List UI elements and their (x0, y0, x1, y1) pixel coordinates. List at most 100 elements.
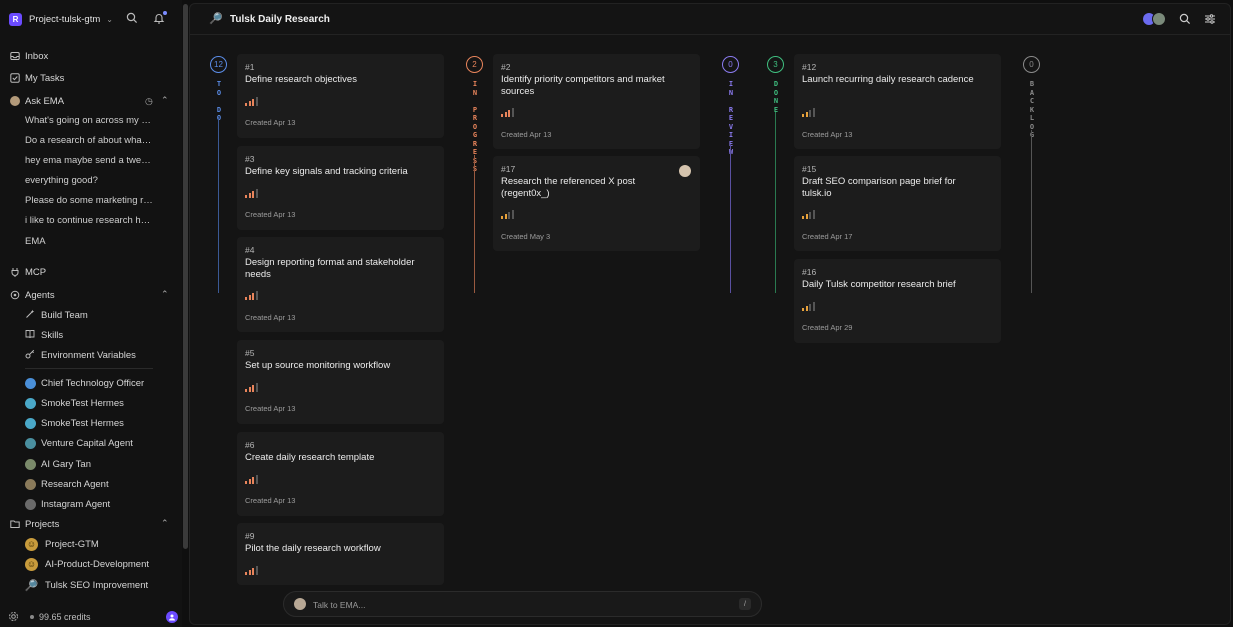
agent-item[interactable]: Chief Technology Officer (25, 376, 144, 390)
task-id: #4 (245, 245, 255, 255)
priority-icon (245, 291, 258, 300)
bell-icon[interactable] (153, 11, 167, 25)
agent-name: Venture Capital Agent (41, 437, 133, 449)
task-card[interactable]: #12 Launch recurring daily research cade… (794, 54, 1001, 149)
avatar (1152, 12, 1166, 26)
column-label: BACKLOG (1029, 80, 1035, 139)
column-label: IN PROGRESS (472, 80, 478, 173)
search-icon[interactable] (1179, 13, 1191, 25)
task-date: Created May 3 (501, 232, 551, 241)
build-team-item[interactable]: Build Team (25, 308, 88, 322)
nav-agents[interactable]: Agents (9, 288, 55, 302)
nav-mcp[interactable]: MCP (9, 265, 46, 279)
sliders-icon[interactable] (1204, 13, 1216, 25)
chat-thread-item[interactable]: EMA (25, 236, 153, 247)
search-icon[interactable] (126, 12, 139, 25)
chat-thread-item[interactable]: Please do some marketing re... (25, 195, 153, 206)
priority-icon (245, 189, 258, 198)
chat-thread-item[interactable]: Do a research of about what ... (25, 135, 153, 146)
task-id: #12 (802, 62, 817, 72)
task-card[interactable]: #9 Pilot the daily research workflow (237, 523, 444, 585)
task-card[interactable]: #17 Research the referenced X post (rege… (493, 156, 700, 251)
chevron-up-icon[interactable]: ⌃ (161, 518, 169, 529)
key-icon (25, 349, 36, 362)
agent-item[interactable]: SmokeTest Hermes (25, 396, 124, 410)
task-card[interactable]: #3 Define key signals and tracking crite… (237, 146, 444, 230)
inbox-icon (9, 51, 20, 62)
nav-my-tasks[interactable]: My Tasks (9, 71, 64, 85)
skills-label: Skills (41, 329, 64, 341)
agent-name: Chief Technology Officer (41, 377, 145, 389)
task-title: Daily Tulsk competitor research brief (802, 279, 956, 290)
sidebar-scrollbar[interactable] (183, 4, 188, 549)
task-title: Draft SEO comparison page brief for tuls… (802, 176, 956, 199)
plug-icon (9, 267, 20, 278)
agent-item[interactable]: Instagram Agent (25, 497, 110, 511)
column-line (730, 145, 731, 293)
agent-item[interactable]: AI Gary Tan (25, 457, 91, 471)
agent-avatar (25, 437, 36, 449)
wand-icon (25, 309, 36, 322)
chevron-up-icon[interactable]: ⌃ (161, 289, 169, 300)
gear-icon[interactable] (8, 611, 19, 622)
task-card[interactable]: #4 Design reporting format and stakehold… (237, 237, 444, 332)
project-item[interactable]: ☺ Project-GTM (25, 537, 99, 551)
sidebar: R Project-tulsk-gtm ⌄ Inbox My Tasks Ask… (0, 0, 182, 627)
nav-inbox[interactable]: Inbox (9, 49, 48, 63)
column-label: TO DO (216, 80, 222, 122)
smiley-icon: ☺ (25, 537, 38, 551)
column-label: IN REVIEW (728, 80, 734, 156)
task-id: #5 (245, 348, 255, 358)
column-line (474, 155, 475, 293)
task-id: #3 (245, 154, 255, 164)
agent-item[interactable]: SmokeTest Hermes (25, 416, 124, 430)
task-title: Design reporting format and stakeholder … (245, 257, 415, 280)
env-vars-item[interactable]: Environment Variables (25, 348, 136, 362)
task-id: #9 (245, 531, 255, 541)
agent-item[interactable]: Research Agent (25, 477, 109, 491)
assignee-avatar[interactable] (679, 165, 691, 177)
env-vars-label: Environment Variables (41, 349, 136, 361)
agent-name: Instagram Agent (41, 498, 111, 510)
chat-thread-item[interactable]: What's going on across my pr... (25, 115, 153, 126)
project-name: Project-GTM (45, 538, 99, 550)
user-avatar[interactable] (166, 611, 178, 623)
workspace-name: Project-tulsk-gtm (29, 13, 101, 25)
task-card[interactable]: #6 Create daily research template Create… (237, 432, 444, 516)
column-count: 2 (466, 56, 483, 73)
task-title: Create daily research template (245, 452, 375, 463)
nav-ask-ema[interactable]: Ask EMA (9, 94, 64, 108)
page-title: Tulsk Daily Research (230, 14, 330, 25)
column-count: 0 (722, 56, 739, 73)
task-id: #1 (245, 62, 255, 72)
chat-thread-item[interactable]: everything good? (25, 175, 153, 186)
task-card[interactable]: #15 Draft SEO comparison page brief for … (794, 156, 1001, 251)
project-item[interactable]: 🔎 Tulsk SEO Improvement (25, 578, 148, 592)
task-card[interactable]: #1 Define research objectives Created Ap… (237, 54, 444, 138)
column-count: 12 (210, 56, 227, 73)
status-dot (30, 615, 34, 619)
task-id: #17 (501, 164, 516, 174)
agent-name: SmokeTest Hermes (41, 417, 124, 429)
agent-item[interactable]: Venture Capital Agent (25, 436, 133, 450)
project-item[interactable]: ☺ AI-Product-Development (25, 557, 149, 571)
workspace-switcher[interactable]: R Project-tulsk-gtm ⌄ (9, 11, 113, 27)
agent-name: SmokeTest Hermes (41, 397, 124, 409)
member-avatars[interactable] (1142, 12, 1166, 26)
task-card[interactable]: #16 Daily Tulsk competitor research brie… (794, 259, 1001, 343)
chat-thread-item[interactable]: hey ema maybe send a tweet ... (25, 155, 153, 166)
nav-projects[interactable]: Projects (9, 517, 59, 531)
chevron-up-icon[interactable]: ⌃ (161, 95, 169, 106)
skills-item[interactable]: Skills (25, 328, 63, 342)
task-card[interactable]: #2 Identify priority competitors and mar… (493, 54, 700, 149)
task-date: Created Apr 13 (245, 404, 296, 413)
credits-label: 99.65 credits (39, 612, 91, 622)
agent-avatar (25, 377, 36, 389)
chat-thread-item[interactable]: i like to continue research how... (25, 215, 153, 226)
smiley-icon: ☺ (25, 557, 38, 571)
history-icon[interactable]: ◷ (145, 96, 153, 107)
nav-mcp-label: MCP (25, 266, 47, 278)
priority-icon (501, 108, 514, 117)
task-card[interactable]: #5 Set up source monitoring workflow Cre… (237, 340, 444, 424)
chat-input[interactable]: Talk to EMA... / (283, 591, 762, 617)
